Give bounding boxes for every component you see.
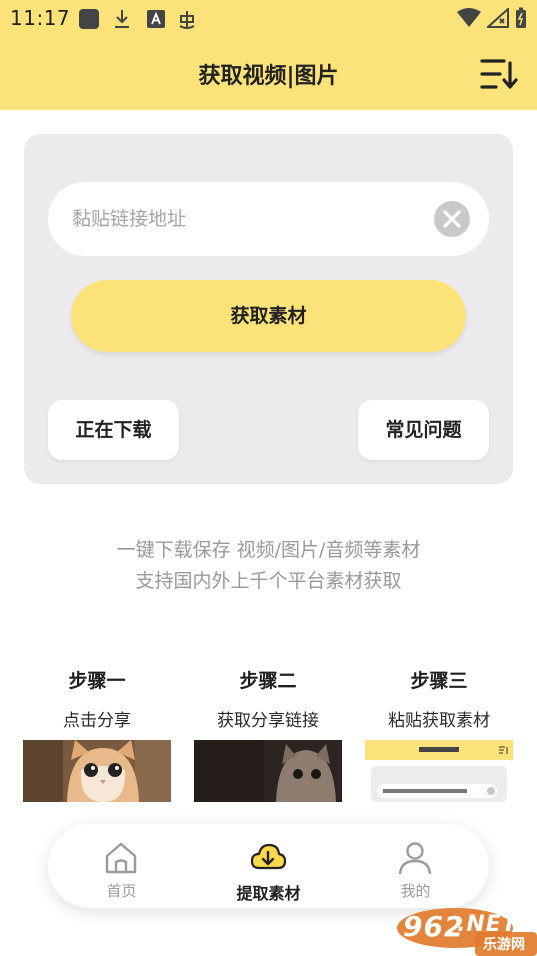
- page-title: 获取视频|图片: [198, 64, 339, 89]
- step-desc: 粘贴获取素材: [388, 711, 490, 731]
- description-line-2: 支持国内外上千个平台素材获取: [135, 570, 402, 592]
- download-notification-icon: [115, 10, 129, 28]
- step-desc: 点击分享: [63, 711, 131, 731]
- tab-home[interactable]: 首页: [48, 824, 195, 908]
- step-1: 步骤一 点击分享: [23, 666, 171, 731]
- tab-mine-label: 我的: [400, 882, 431, 900]
- step-2: 步骤二 获取分享链接: [194, 666, 342, 731]
- input-card: 获取素材 正在下载 常见问题: [24, 134, 513, 484]
- tab-extract-label: 提取素材: [236, 884, 301, 903]
- step-3-app-screenshot: [365, 740, 513, 802]
- downloading-button[interactable]: 正在下载: [48, 400, 179, 460]
- watermark-brand: 962: [403, 910, 465, 943]
- app-header: 11:17 获取视频|图片: [0, 0, 537, 110]
- bug-notification-icon: [179, 11, 195, 29]
- signal-icon: [487, 8, 509, 28]
- status-bar: 11:17: [0, 0, 537, 36]
- status-time: 11:17: [10, 6, 71, 30]
- step-desc: 获取分享链接: [217, 711, 319, 731]
- step-1-kitten-image: [23, 740, 171, 802]
- cloud-download-icon: [250, 843, 286, 870]
- wifi-icon: [457, 8, 481, 27]
- tab-mine[interactable]: 我的: [342, 824, 489, 908]
- tab-extract-material[interactable]: 提取素材: [195, 824, 342, 908]
- bottom-tab-bar: 首页 提取素材 我的: [48, 824, 489, 908]
- status-right-group: [457, 7, 527, 29]
- app-notification-icon: [79, 9, 99, 29]
- step-2-kitten-image: [194, 740, 342, 802]
- link-input-box: [48, 182, 489, 256]
- description-line-1: 一键下载保存 视频/图片/音频等素材: [116, 539, 421, 561]
- tab-home-label: 首页: [106, 882, 137, 900]
- sort-icon[interactable]: [479, 56, 519, 92]
- close-icon: [443, 210, 461, 228]
- a-notification-icon: [147, 10, 165, 28]
- step-title: 步骤一: [68, 670, 126, 692]
- battery-icon: [516, 7, 526, 28]
- faq-button[interactable]: 常见问题: [358, 400, 489, 460]
- get-material-button[interactable]: 获取素材: [71, 280, 466, 352]
- step-3: 步骤三 粘贴获取素材: [365, 666, 513, 731]
- user-icon: [398, 842, 432, 875]
- site-watermark-logo: 962 .NET 乐游网: [395, 906, 537, 956]
- clear-button[interactable]: [434, 201, 470, 237]
- link-input[interactable]: [72, 182, 422, 256]
- watermark-sub: 乐游网: [483, 937, 525, 953]
- step-title: 步骤三: [410, 670, 468, 692]
- step-title: 步骤二: [239, 670, 297, 692]
- home-icon: [105, 842, 137, 874]
